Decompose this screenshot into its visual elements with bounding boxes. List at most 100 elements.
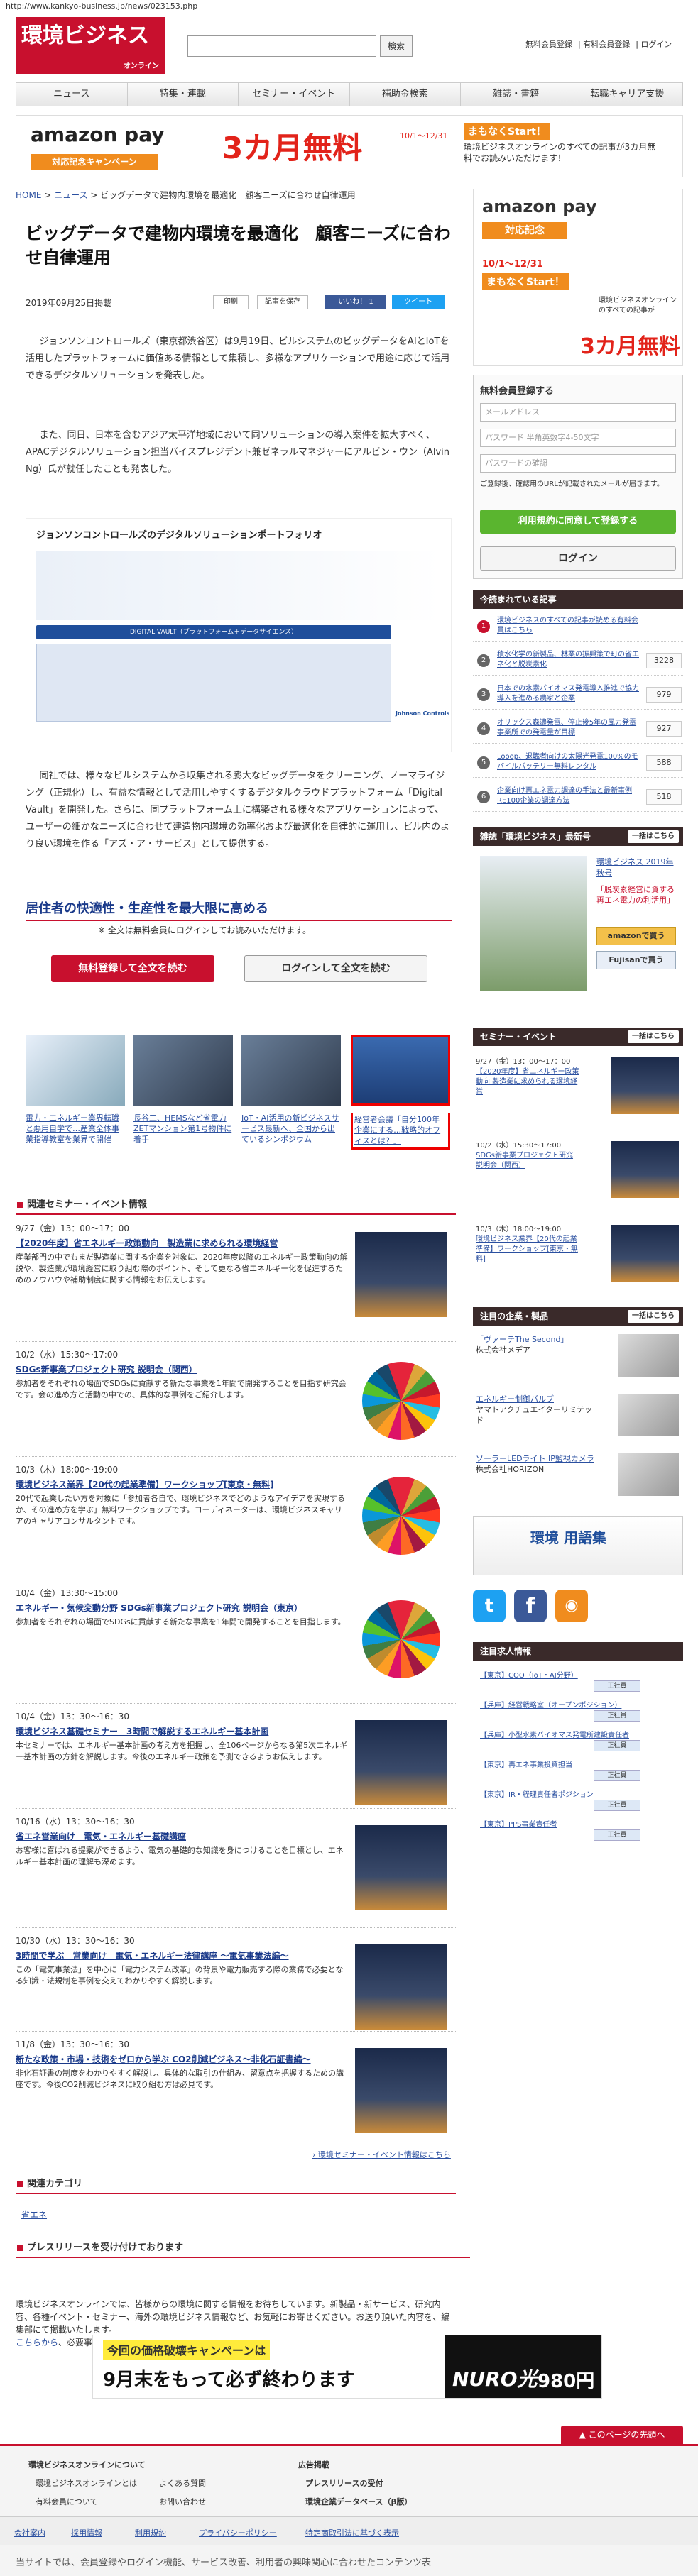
related-caption-4[interactable]: 経営者会議「自分100年企業にする…戦略的オフィスとは？」	[351, 1113, 450, 1150]
search-button[interactable]: 検索	[380, 35, 413, 57]
rank-title[interactable]: 企業向け再エネ電力調達の手法と最新事例 RE100企業の調達方法	[497, 786, 639, 806]
event-title-link[interactable]: 環境ビジネス業界【20代の起業準備】ワークショップ[東京・無料]	[16, 1478, 349, 1490]
amazon-buy-button[interactable]: amazonで買う	[596, 927, 676, 945]
footer-link-faq[interactable]: よくある質問	[159, 2477, 206, 2489]
email-field[interactable]: メールアドレス	[480, 403, 676, 422]
related-thumb-3[interactable]	[241, 1035, 341, 1106]
product-title[interactable]: 「ヴァーテThe Second」	[476, 1334, 596, 1345]
related-caption-2[interactable]: 長谷工、HEMSなど省電力ZETマンション第1号物件に着手	[133, 1113, 233, 1145]
sidebar-seminar-image[interactable]	[611, 1225, 679, 1282]
related-thumb-1[interactable]	[26, 1035, 125, 1106]
sidebar-register-button[interactable]: 利用規約に同意して登録する	[480, 510, 676, 534]
facebook-icon[interactable]: f	[514, 1590, 547, 1622]
footer-terms[interactable]: 利用規約	[135, 2527, 166, 2538]
like-button[interactable]: いいね！ 1	[325, 295, 386, 309]
sidebar-login-button[interactable]: ログイン	[480, 546, 676, 571]
job-title[interactable]: 【兵庫】経営戦略室（オープンポジション）	[480, 1702, 621, 1710]
ranking-item[interactable]: 6 企業向け再エネ電力調達の手法と最新事例 RE100企業の調達方法 518	[473, 785, 683, 812]
related-caption-3[interactable]: IoT・AI活用の新ビジネスサービス最新へ、全国から出ているシンポジウム	[241, 1113, 341, 1145]
glossary-banner[interactable]: 環境 用語集	[473, 1516, 683, 1575]
login-link[interactable]: ログイン	[640, 40, 672, 49]
rank-title[interactable]: 環境ビジネスのすべての記事が読める有料会員はこちら	[497, 616, 639, 636]
ranking-item[interactable]: 2 積水化学の新製品、林業の振興策で町の省エネ化と脱炭素化 3228	[473, 649, 683, 676]
sidebar-seminar-title[interactable]: 【2020年度】省エネルギー政策動向 製造業に求められる環境経営	[476, 1067, 582, 1097]
job-title[interactable]: 【東京】IR・経理責任者ポジション	[480, 1791, 594, 1799]
amazon-pay-banner[interactable]: amazon pay 対応記念キャンペーン 3カ月無料 10/1〜12/31 ま…	[16, 115, 683, 177]
breadcrumb-home[interactable]: HOME	[16, 190, 41, 200]
nav-books[interactable]: 雑誌・書籍	[461, 83, 572, 106]
related-thumb-4[interactable]	[351, 1035, 450, 1106]
free-register-link[interactable]: 無料会員登録	[525, 40, 572, 49]
events-more-link[interactable]: › 環境セミナー・イベント情報はこちら	[312, 2149, 451, 2160]
twitter-icon[interactable]: t	[473, 1590, 506, 1622]
ranking-item[interactable]: 4 オリックス森濃発電、停止後5年の風力発電事業所での発電量が目標 927	[473, 717, 683, 744]
sidebar-amazon-banner[interactable]: amazon pay 対応記念 10/1〜12/31 まもなくStart！ 環境…	[473, 189, 683, 366]
press-link[interactable]: こちらから	[16, 2338, 58, 2347]
event-image[interactable]	[355, 2048, 447, 2133]
event-title-link[interactable]: 環境ビジネス基礎セミナー 3時間で解説するエネルギー基本計画	[16, 1725, 349, 1737]
footer-link-paid[interactable]: 有料会員について	[36, 2496, 98, 2507]
product-image[interactable]	[618, 1334, 679, 1377]
print-button[interactable]: 印刷	[213, 295, 249, 309]
event-title-link[interactable]: エネルギー・気候変動分野 SDGs新事業プロジェクト研究 説明会（東京）	[16, 1602, 349, 1614]
site-logo[interactable]: 環境ビジネス オンライン	[16, 17, 165, 74]
breadcrumb-news[interactable]: ニュース	[54, 190, 87, 200]
product-more-link[interactable]: 一括はこちら	[628, 1310, 679, 1323]
rank-title[interactable]: 日本での水素バイオマス発電導入推進で協力 導入を進める農家と企業	[497, 684, 639, 704]
event-image[interactable]	[355, 1825, 447, 1910]
rss-icon[interactable]: ◉	[555, 1590, 588, 1622]
rank-title[interactable]: オリックス森濃発電、停止後5年の風力発電事業所での発電量が目標	[497, 718, 639, 738]
event-title-link[interactable]: 省エネ営業向け 電気・エネルギー基礎講座	[16, 1830, 349, 1842]
product-title[interactable]: エネルギー制御バルブ	[476, 1394, 596, 1404]
magazine-more-link[interactable]: 一括はこちら	[628, 830, 679, 843]
footer-link-contact[interactable]: お問い合わせ	[159, 2496, 206, 2507]
category-link[interactable]: 省エネ	[21, 2208, 47, 2220]
login-read-button[interactable]: ログインして全文を読む	[244, 955, 427, 982]
sidebar-seminar-title[interactable]: SDGs新事業プロジェクト研究 説明会（関西）	[476, 1151, 582, 1171]
nav-subsidy[interactable]: 補助金検索	[350, 83, 461, 106]
related-caption-1[interactable]: 電力・エネルギー業界転職と悪用自学で…産業全体事業指導教室を業界で開催	[26, 1113, 125, 1145]
event-image[interactable]	[355, 1944, 447, 2030]
nav-career[interactable]: 転職キャリア支援	[572, 83, 683, 106]
job-item[interactable]: 【兵庫】小型水素バイオマス発電所建設責任者 正社員	[480, 1729, 676, 1751]
event-image[interactable]	[355, 1473, 447, 1558]
event-title-link[interactable]: 【2020年度】省エネルギー政策動向 製造業に求められる環境経営	[16, 1237, 349, 1249]
ranking-item[interactable]: 5 Looop、退職者向けの太陽光発電100%のモバイルバッテリー無料レンタル 58…	[473, 751, 683, 778]
ranking-item[interactable]: 3 日本での水素バイオマス発電導入推進で協力 導入を進める農家と企業 979	[473, 683, 683, 710]
event-title-link[interactable]: 3時間で学ぶ 営業向け 電気・エネルギー法律講座 〜電気事業法編〜	[16, 1949, 349, 1961]
event-image[interactable]	[355, 1720, 447, 1805]
event-image[interactable]	[355, 1232, 447, 1317]
job-item[interactable]: 【兵庫】経営戦略室（オープンポジション） 正社員	[480, 1699, 676, 1722]
fujisan-buy-button[interactable]: Fujisanで買う	[596, 951, 676, 969]
page-top-button[interactable]: ▲ このページの先頭へ	[561, 2426, 683, 2444]
job-title[interactable]: 【兵庫】小型水素バイオマス発電所建設責任者	[480, 1732, 629, 1739]
password-confirm-field[interactable]: パスワードの確認	[480, 454, 676, 473]
footer-col3-head[interactable]: 広告掲載	[298, 2459, 329, 2470]
nav-features[interactable]: 特集・連載	[128, 83, 239, 106]
footer-company[interactable]: 会社案内	[14, 2527, 45, 2538]
seminar-more-link[interactable]: 一括はこちら	[628, 1030, 679, 1043]
job-title[interactable]: 【東京】PPS事業責任者	[480, 1821, 557, 1829]
footer-link-press[interactable]: プレスリリースの受付	[305, 2477, 383, 2489]
job-item[interactable]: 【東京】PPS事業責任者 正社員	[480, 1818, 676, 1841]
nav-seminars[interactable]: セミナー・イベント	[239, 83, 350, 106]
product-image[interactable]	[618, 1394, 679, 1436]
product-image[interactable]	[618, 1453, 679, 1496]
rank-title[interactable]: Looop、退職者向けの太陽光発電100%のモバイルバッテリー無料レンタル	[497, 752, 639, 772]
search-input[interactable]	[187, 35, 376, 57]
job-title[interactable]: 【東京】再エネ事業投資担当	[480, 1761, 572, 1769]
nuro-banner[interactable]: 今回の価格破壊キャンペーンは 9月末をもって必ず終わります NURO光 980円	[92, 2335, 602, 2399]
footer-link-about[interactable]: 環境ビジネスオンラインとは	[36, 2477, 137, 2489]
tweet-button[interactable]: ツイート	[392, 295, 445, 309]
footer-privacy[interactable]: プライバシーポリシー	[199, 2527, 277, 2538]
magazine-title[interactable]: 環境ビジネス 2019年 秋号	[596, 856, 679, 879]
sidebar-seminar-title[interactable]: 環境ビジネス業界【20代の起業準備】ワークショップ[東京・無料]	[476, 1235, 582, 1265]
related-thumb-2[interactable]	[133, 1035, 233, 1106]
job-item[interactable]: 【東京】IR・経理責任者ポジション 正社員	[480, 1788, 676, 1811]
magazine-cover[interactable]	[480, 856, 587, 991]
save-button[interactable]: 記事を保存	[257, 295, 308, 309]
product-title[interactable]: ソーラーLEDライト IP監視カメラ	[476, 1453, 596, 1464]
job-item[interactable]: 【東京】COO（IoT・AI分野） 正社員	[480, 1669, 676, 1692]
job-item[interactable]: 【東京】再エネ事業投資担当 正社員	[480, 1758, 676, 1781]
sidebar-seminar-image[interactable]	[611, 1141, 679, 1198]
